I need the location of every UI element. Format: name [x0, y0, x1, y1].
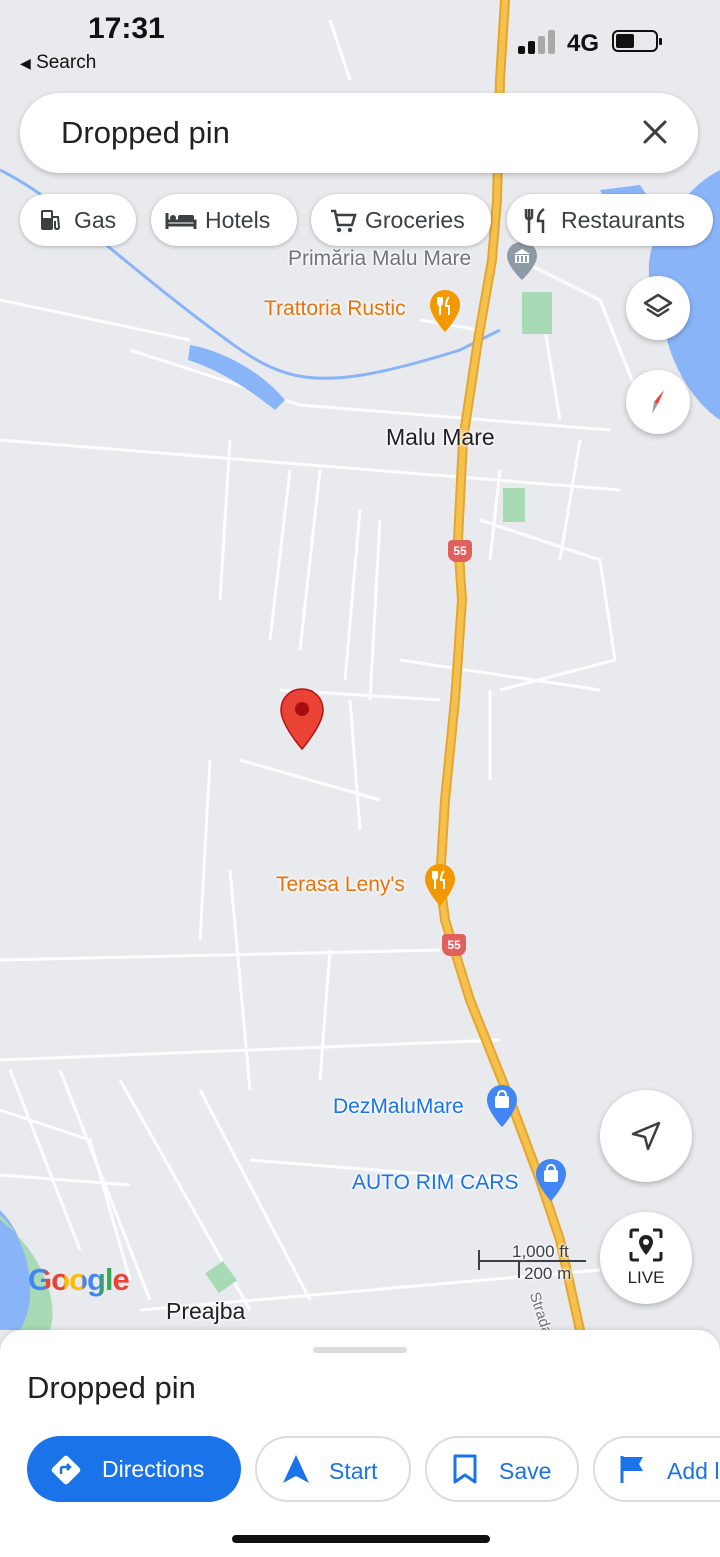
live-label: LIVE	[627, 1268, 665, 1287]
network-type: 4G	[567, 30, 600, 57]
fork-knife-icon	[524, 207, 545, 233]
place-preajba[interactable]: Preajba	[166, 1298, 245, 1325]
status-bar: 17:31 ◀ Search 4G	[0, 0, 720, 90]
directions-icon	[51, 1455, 81, 1485]
place-dezmalumare[interactable]: DezMaluMare	[333, 1095, 464, 1119]
directions-button[interactable]: Directions	[27, 1436, 241, 1502]
road-shield: 55	[442, 934, 466, 956]
search-query[interactable]: Dropped pin	[61, 115, 230, 151]
compass-button[interactable]	[626, 370, 690, 434]
chip-restaurants[interactable]: Restaurants	[507, 194, 713, 246]
place-primaria[interactable]: Primăria Malu Mare	[288, 247, 471, 271]
save-button[interactable]: Save	[425, 1436, 579, 1502]
scale-bar: 1,000 ft 200 m	[478, 1242, 588, 1286]
chip-label: Hotels	[205, 207, 271, 233]
back-to-search-link[interactable]: ◀ Search	[20, 52, 96, 74]
place-malu-mare[interactable]: Malu Mare	[386, 424, 495, 451]
restaurant-pin-icon[interactable]	[423, 862, 457, 908]
scale-imperial: 1,000 ft	[512, 1242, 569, 1261]
road-shield-number: 55	[447, 938, 461, 952]
chip-groceries[interactable]: Groceries	[311, 194, 491, 246]
road-shield-number: 55	[453, 544, 467, 558]
live-view-icon	[629, 1228, 663, 1262]
place-trattoria-rustic[interactable]: Trattoria Rustic	[264, 297, 406, 321]
start-label: Start	[329, 1458, 378, 1484]
scale-metric: 200 m	[524, 1264, 572, 1283]
road-shield: 55	[448, 540, 472, 562]
start-button[interactable]: Start	[255, 1436, 411, 1502]
my-location-button[interactable]	[600, 1090, 692, 1182]
category-chips: Gas Hotels Groceries Restaurants	[20, 194, 720, 248]
place-sheet[interactable]: Dropped pin Directions Start Save Add l	[0, 1330, 720, 1557]
shopping-bag-pin-icon[interactable]	[485, 1083, 519, 1129]
battery-icon	[612, 30, 662, 52]
shopping-bag-pin-icon[interactable]	[534, 1157, 568, 1203]
chip-label: Groceries	[365, 207, 465, 233]
search-bar[interactable]: Dropped pin	[20, 93, 698, 173]
hotel-bed-icon	[165, 213, 197, 229]
cellular-signal-icon	[518, 30, 560, 54]
add-label-label: Add l	[667, 1458, 720, 1484]
back-arrow-icon: ◀	[20, 55, 31, 71]
flag-icon	[620, 1456, 643, 1483]
chip-label: Gas	[74, 207, 117, 233]
chip-label: Restaurants	[561, 207, 686, 233]
back-label: Search	[36, 52, 97, 73]
google-logo: Google	[28, 1262, 130, 1297]
save-label: Save	[499, 1458, 552, 1484]
dropped-pin-marker[interactable]	[279, 687, 325, 751]
navigation-arrow-icon	[283, 1455, 309, 1483]
navigation-arrow-icon	[631, 1121, 661, 1151]
layers-icon	[643, 293, 673, 318]
sheet-drag-handle[interactable]	[313, 1347, 407, 1353]
chip-gas[interactable]: Gas	[20, 194, 136, 246]
add-label-button[interactable]: Add l	[593, 1436, 720, 1502]
sheet-title: Dropped pin	[27, 1370, 196, 1405]
live-view-button[interactable]: LIVE	[600, 1212, 692, 1304]
place-terasa-lenys[interactable]: Terasa Leny's	[276, 873, 405, 897]
chip-hotels[interactable]: Hotels	[151, 194, 297, 246]
bookmark-icon	[453, 1454, 477, 1484]
place-auto-rim-cars[interactable]: AUTO RIM CARS	[352, 1171, 518, 1195]
restaurant-pin-icon[interactable]	[428, 288, 462, 334]
directions-label: Directions	[102, 1456, 205, 1482]
status-time: 17:31	[88, 12, 165, 45]
shopping-cart-icon	[331, 209, 357, 233]
home-indicator	[232, 1535, 490, 1543]
layers-button[interactable]	[626, 276, 690, 340]
gas-station-icon	[41, 210, 61, 231]
close-icon[interactable]	[636, 113, 674, 151]
compass-icon	[652, 390, 664, 414]
